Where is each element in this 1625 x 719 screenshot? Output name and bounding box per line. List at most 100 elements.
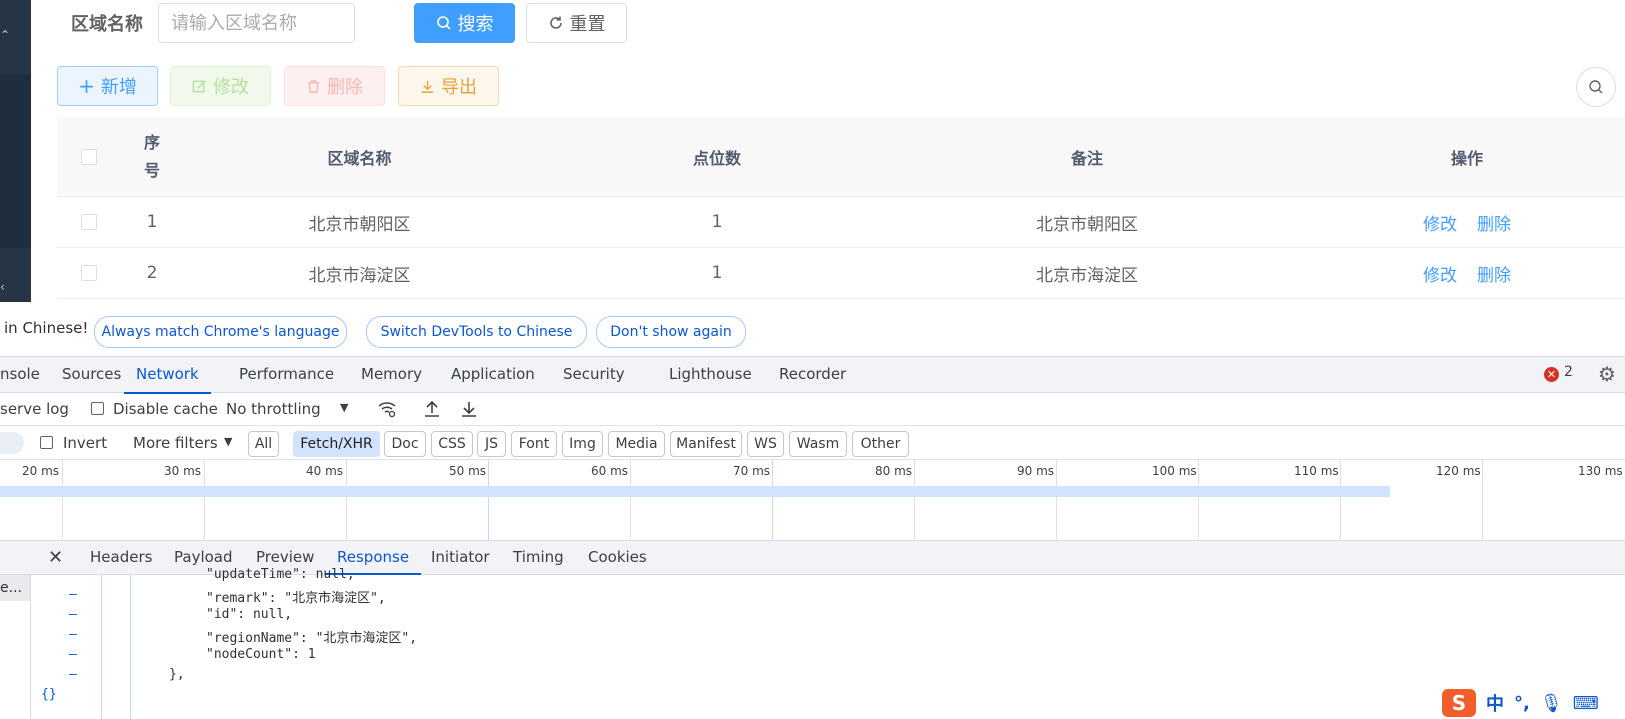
microphone-icon[interactable]: 🎙 xyxy=(1540,693,1563,714)
table-header: 序 号 区域名称 点位数 备注 操作 xyxy=(57,117,1625,197)
error-count[interactable]: 2 xyxy=(1564,364,1573,380)
tab-performance[interactable]: Performance xyxy=(239,357,334,392)
filter-other[interactable]: Other xyxy=(852,431,909,457)
edit-icon xyxy=(192,79,206,92)
request-list: e... xyxy=(0,575,31,719)
add-button-label: 新增 xyxy=(100,77,137,98)
header-actions: 操作 xyxy=(1450,148,1483,168)
filter-doc[interactable]: Doc xyxy=(384,431,426,457)
header-remark: 备注 xyxy=(1070,148,1103,168)
tab-security[interactable]: Security xyxy=(563,357,625,392)
tab-sources[interactable]: Sources xyxy=(62,357,121,392)
row-delete-link[interactable]: 删除 xyxy=(1477,210,1511,235)
invert-label[interactable]: Invert xyxy=(63,434,107,452)
filter-ws[interactable]: WS xyxy=(747,431,784,457)
filter-js[interactable]: JS xyxy=(477,431,506,457)
disable-cache-checkbox[interactable] xyxy=(91,402,104,415)
add-button[interactable]: + 新增 xyxy=(57,66,158,106)
row-actions: 修改 删除 xyxy=(1377,197,1557,247)
response-viewer[interactable]: "updateTime": null, – "remark": "北京市海淀区",… xyxy=(31,567,1625,719)
filter-fetch-xhr[interactable]: Fetch/XHR xyxy=(293,431,380,457)
timeline-tick-label: 120 ms xyxy=(1436,464,1481,478)
error-icon[interactable]: ✕ xyxy=(1544,367,1559,382)
throttling-select[interactable]: No throttling xyxy=(226,400,321,418)
table-row: 2 北京市海淀区 1 北京市海淀区 修改 删除 xyxy=(57,248,1625,299)
filter-manifest[interactable]: Manifest xyxy=(670,431,742,457)
upload-icon[interactable] xyxy=(424,400,440,418)
filter-all[interactable]: All xyxy=(248,431,279,457)
sogou-logo-icon[interactable]: S xyxy=(1442,689,1476,717)
refresh-icon xyxy=(549,16,562,29)
ime-punctuation[interactable]: °, xyxy=(1514,693,1530,714)
toggle-search-button[interactable] xyxy=(1576,67,1616,107)
sidebar: ⌃ ‹ xyxy=(0,0,31,302)
dropdown-arrow-icon[interactable]: ▼ xyxy=(340,401,348,414)
reset-button[interactable]: 重置 xyxy=(526,3,627,43)
region-table: 序 号 区域名称 点位数 备注 操作 1 北京市朝阳区 1 北京市朝阳区 修改 … xyxy=(57,117,1625,299)
network-conditions-icon[interactable] xyxy=(377,400,397,418)
timeline-tick-label: 50 ms xyxy=(449,464,487,478)
row-delete-link[interactable]: 删除 xyxy=(1477,261,1511,286)
filter-media[interactable]: Media xyxy=(608,431,665,457)
row-edit-link[interactable]: 修改 xyxy=(1423,261,1457,286)
ime-language[interactable]: 中 xyxy=(1486,690,1504,716)
keyboard-icon[interactable]: ⌨ xyxy=(1573,693,1599,714)
tab-recorder[interactable]: Recorder xyxy=(779,357,846,392)
always-match-language-button[interactable]: Always match Chrome's language xyxy=(94,316,347,348)
row-checkbox[interactable] xyxy=(74,248,104,298)
devtools-tabbar: nsole Sources Network Performance Memory… xyxy=(0,356,1625,394)
export-button[interactable]: 导出 xyxy=(398,66,499,106)
filter-input[interactable] xyxy=(0,432,24,454)
more-filters-button[interactable]: More filters xyxy=(133,434,218,452)
tab-lighthouse[interactable]: Lighthouse xyxy=(669,357,752,392)
select-all-checkbox[interactable] xyxy=(74,117,104,196)
region-name-label: 区域名称 xyxy=(71,14,143,35)
timeline-gridline xyxy=(772,460,773,541)
switch-to-chinese-button[interactable]: Switch DevTools to Chinese xyxy=(366,316,587,348)
row-region-name: 北京市海淀区 xyxy=(308,265,411,286)
timeline-gridline xyxy=(1198,460,1199,541)
tab-memory[interactable]: Memory xyxy=(361,357,422,392)
request-item[interactable]: e... xyxy=(0,575,30,601)
region-name-input[interactable] xyxy=(158,3,355,43)
table-row: 1 北京市朝阳区 1 北京市朝阳区 修改 删除 xyxy=(57,197,1625,248)
filter-img[interactable]: Img xyxy=(562,431,603,457)
network-toolbar: serve log Disable cache No throttling ▼ xyxy=(0,393,1625,426)
row-checkbox[interactable] xyxy=(74,197,104,247)
chevron-icon[interactable]: ‹ xyxy=(0,280,5,294)
code-line: – "nodeCount": 1 xyxy=(69,647,316,662)
timeline-gridline xyxy=(346,460,347,541)
search-button[interactable]: 搜索 xyxy=(414,3,515,43)
chevron-up-icon[interactable]: ⌃ xyxy=(0,28,10,42)
disable-cache-label[interactable]: Disable cache xyxy=(113,400,218,418)
close-icon[interactable]: ✕ xyxy=(48,547,63,568)
timeline-tick-label: 100 ms xyxy=(1152,464,1197,478)
tab-application[interactable]: Application xyxy=(451,357,535,392)
edit-button[interactable]: 修改 xyxy=(170,66,271,106)
dropdown-arrow-icon[interactable]: ▼ xyxy=(224,435,232,448)
filter-font[interactable]: Font xyxy=(511,431,557,457)
header-index: 序 号 xyxy=(143,132,160,180)
invert-checkbox[interactable] xyxy=(40,436,53,449)
tab-network[interactable]: Network xyxy=(124,357,211,394)
code-line: – "remark": "北京市海淀区", xyxy=(69,587,386,606)
download-icon[interactable] xyxy=(461,400,477,418)
tab-console[interactable]: nsole xyxy=(0,357,40,392)
preserve-log-label[interactable]: serve log xyxy=(0,400,69,418)
code-line: –}, xyxy=(69,667,185,682)
timeline-gridline xyxy=(630,460,631,541)
trash-icon xyxy=(307,79,320,93)
network-timeline[interactable]: 20 ms 30 ms 40 ms 50 ms 60 ms 70 ms 80 m… xyxy=(0,460,1625,541)
timeline-gridline xyxy=(1482,460,1483,541)
row-point-count: 1 xyxy=(711,212,723,232)
row-edit-link[interactable]: 修改 xyxy=(1423,210,1457,235)
timeline-tick-label: 130 ms xyxy=(1578,464,1623,478)
dont-show-again-button[interactable]: Don't show again xyxy=(596,316,746,348)
delete-button[interactable]: 删除 xyxy=(284,66,385,106)
ime-toolbar[interactable]: S 中 °, 🎙 ⌨ xyxy=(1442,687,1625,719)
code-line: "updateTime": null, xyxy=(206,567,355,582)
row-remark: 北京市朝阳区 xyxy=(1036,214,1138,235)
filter-wasm[interactable]: Wasm xyxy=(789,431,847,457)
gear-icon[interactable]: ⚙ xyxy=(1598,362,1616,386)
filter-css[interactable]: CSS xyxy=(431,431,473,457)
